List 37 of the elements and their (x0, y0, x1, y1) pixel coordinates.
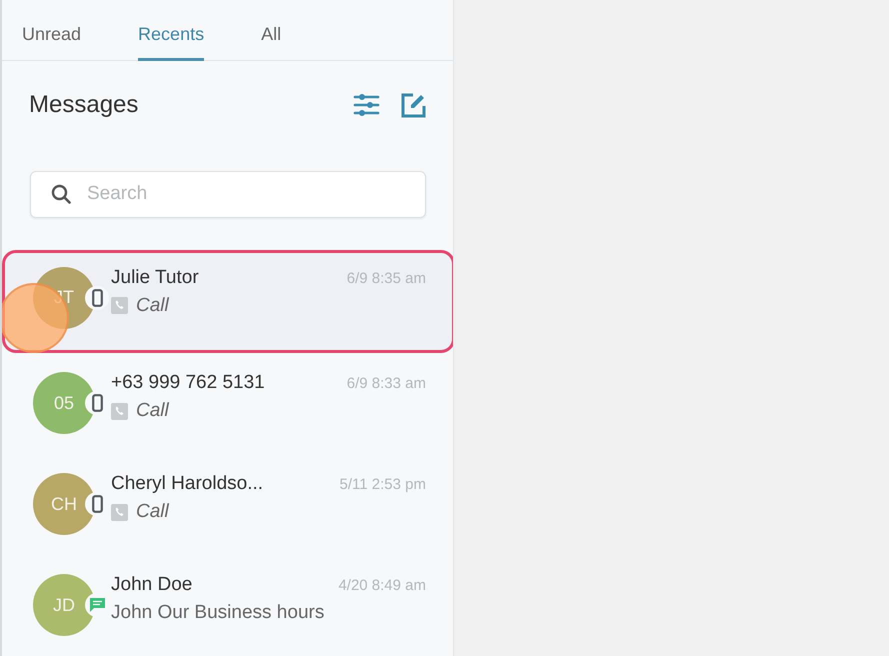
avatar: CH (33, 473, 95, 536)
search-field[interactable]: Search (30, 171, 426, 218)
conversation-item[interactable]: 05 +63 999 762 5131 6/9 8:33 am Call (2, 353, 453, 454)
compose-icon (400, 92, 427, 118)
tab[interactable]: All (261, 22, 282, 61)
conversation-item[interactable]: JD John Doe 4/20 8:49 am John Our Business hours (2, 555, 453, 656)
avatar: 05 (33, 372, 95, 434)
filter-button[interactable] (353, 94, 380, 116)
phone-icon (92, 288, 102, 307)
tab[interactable]: Recents (138, 22, 204, 61)
call-icon (111, 504, 128, 521)
message-preview: Call (136, 400, 169, 422)
search-icon (51, 184, 71, 204)
message-time: 6/9 8:33 am (346, 375, 426, 392)
message-preview: John Our Business hours (111, 602, 324, 624)
avatar: JD (33, 574, 95, 636)
conversation-item[interactable]: JT Julie Tutor 6/9 8:35 am Call (2, 250, 453, 354)
chat-icon (88, 597, 106, 614)
call-icon (111, 297, 128, 314)
message-preview: Call (136, 501, 169, 524)
conversation-item[interactable]: CH Cheryl Haroldso... 5/11 2:53 pm Call (2, 454, 453, 556)
tab[interactable]: Unread (22, 22, 82, 61)
phone-icon (92, 495, 102, 514)
contact-name: Cheryl Haroldso... (111, 473, 264, 496)
compose-button[interactable] (400, 92, 427, 118)
contact-name: +63 999 762 5131 (111, 372, 266, 394)
contact-name: John Doe (111, 574, 194, 596)
sliders-icon (353, 94, 380, 116)
messages-title: Messages (29, 91, 140, 119)
phone-icon (92, 394, 102, 412)
contact-name: Julie Tutor (111, 266, 200, 289)
message-preview: Call (136, 294, 169, 317)
message-time: 5/11 2:53 pm (340, 476, 426, 494)
message-time: 4/20 8:49 am (338, 577, 426, 594)
message-time: 6/9 8:35 am (346, 270, 426, 287)
call-icon (111, 402, 128, 420)
search-input[interactable]: Search (85, 182, 405, 206)
